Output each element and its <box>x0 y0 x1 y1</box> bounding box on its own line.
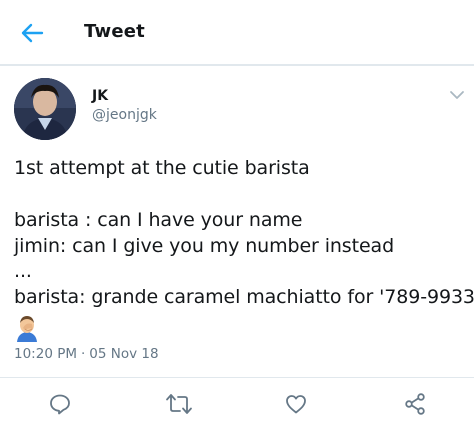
arrow-left-icon <box>21 23 44 43</box>
tweet-text-line: barista: grande caramel machiatto for '7… <box>14 286 474 308</box>
page-title: Tweet <box>84 21 145 42</box>
tweet-text-line: 1st attempt at the cutie barista <box>14 157 310 179</box>
tweet-time: 10:20 PM <box>14 346 77 362</box>
author-handle[interactable]: @jeonjgk <box>92 107 157 123</box>
divider <box>0 377 474 378</box>
timestamp-separator: · <box>81 346 86 362</box>
chevron-down-icon <box>450 91 464 99</box>
avatar-image <box>14 78 76 140</box>
tweet-text-line: barista : can I have your name <box>14 209 303 231</box>
tweet-detail-screen: Tweet JK @jeonjgk 1st attempt at the cut… <box>0 0 474 433</box>
tweet-text-line: ... <box>14 260 32 282</box>
retweet-button[interactable] <box>164 390 194 418</box>
heart-icon <box>286 395 306 414</box>
share-icon <box>405 393 425 415</box>
top-app-bar: Tweet <box>0 0 474 66</box>
tweet-date: 05 Nov 18 <box>89 346 159 362</box>
avatar[interactable] <box>14 78 76 140</box>
back-button[interactable] <box>18 20 46 46</box>
tweet-options-button[interactable] <box>446 86 468 104</box>
facepalm-emoji-icon <box>17 316 37 342</box>
like-button[interactable] <box>281 390 311 418</box>
reply-button[interactable] <box>45 390 75 418</box>
tweet-timestamp: 10:20 PM · 05 Nov 18 <box>14 346 159 362</box>
tweet-text-line: jimin: can I give you my number instead <box>14 235 395 257</box>
reply-icon <box>50 394 70 415</box>
retweet-icon <box>166 394 192 414</box>
share-button[interactable] <box>400 390 430 418</box>
author-name[interactable]: JK <box>92 88 108 104</box>
